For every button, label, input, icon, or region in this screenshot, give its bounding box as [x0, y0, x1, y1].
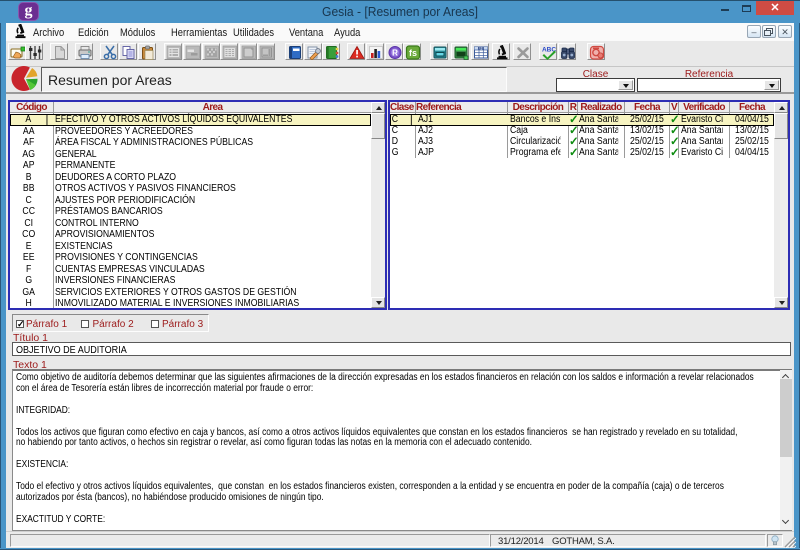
svg-text:fs: fs [409, 48, 417, 58]
svg-text:EFE: EFE [478, 47, 484, 51]
svg-text:R: R [392, 49, 398, 58]
